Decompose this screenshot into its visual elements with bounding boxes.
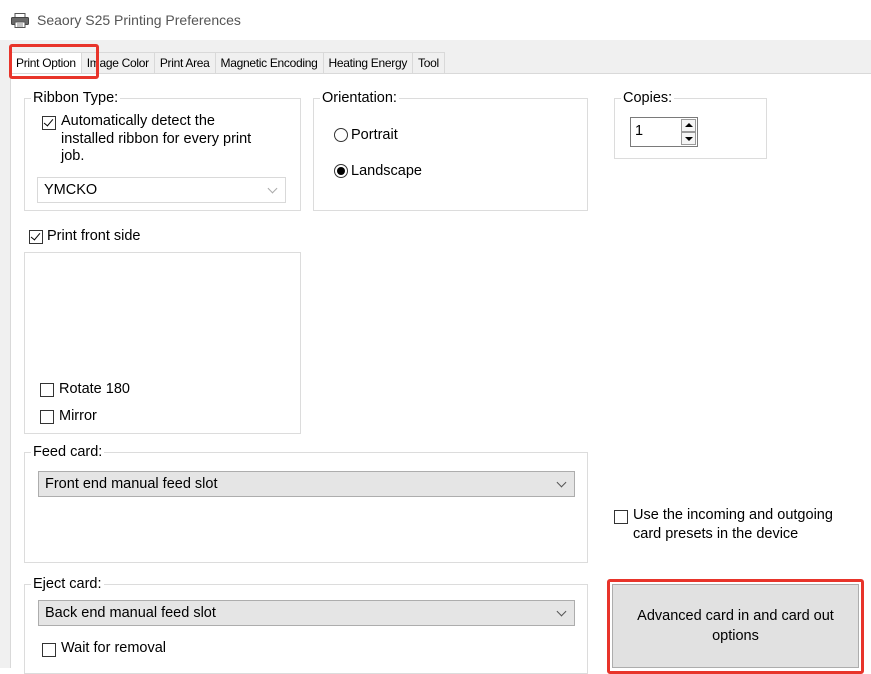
- chevron-down-icon: [556, 477, 567, 488]
- auto-detect-label-line1: Automatically detect the: [61, 113, 215, 129]
- copies-label: Copies:: [621, 90, 675, 106]
- copies-stepper[interactable]: 1: [630, 117, 698, 147]
- advanced-button-line2: options: [712, 628, 759, 644]
- tab-print-option[interactable]: Print Option: [10, 52, 82, 74]
- copies-value: 1: [635, 123, 644, 139]
- tab-magnetic-encoding[interactable]: Magnetic Encoding: [215, 52, 324, 74]
- wait-for-removal-label: Wait for removal: [61, 640, 167, 656]
- use-device-presets-label-line2: card presets in the device: [633, 526, 799, 542]
- copies-spin-buttons: [681, 119, 696, 145]
- tab-tool[interactable]: Tool: [413, 52, 445, 74]
- portrait-radio[interactable]: [334, 128, 348, 142]
- arrow-down-icon: [685, 137, 693, 141]
- rotate-180-checkbox[interactable]: [40, 383, 54, 397]
- eject-card-group: Eject card:: [24, 576, 588, 674]
- eject-card-label: Eject card:: [31, 576, 104, 592]
- advanced-card-options-label: Advanced card in and card out options: [637, 606, 834, 646]
- chevron-down-icon: [267, 183, 278, 194]
- print-front-side-checkbox[interactable]: [29, 230, 43, 244]
- radio-selected-dot: [337, 167, 345, 175]
- auto-detect-ribbon-checkbox[interactable]: [42, 116, 56, 130]
- auto-detect-label-line3: job.: [61, 148, 85, 164]
- ribbon-type-dropdown[interactable]: YMCKO: [37, 177, 286, 203]
- eject-card-value: Back end manual feed slot: [45, 605, 216, 621]
- front-side-options-box: [24, 252, 301, 434]
- check-mark-icon: [30, 230, 41, 241]
- mirror-label: Mirror: [59, 408, 97, 424]
- copies-increment-button[interactable]: [681, 119, 696, 132]
- advanced-button-line1: Advanced card in and card out: [637, 608, 834, 624]
- tab-print-area[interactable]: Print Area: [154, 52, 216, 74]
- wait-for-removal-checkbox[interactable]: [42, 643, 56, 657]
- eject-card-dropdown[interactable]: Back end manual feed slot: [38, 600, 575, 626]
- tab-image-color[interactable]: Image Color: [81, 52, 155, 74]
- rotate-180-label: Rotate 180: [59, 381, 130, 397]
- feed-card-group: Feed card:: [24, 444, 588, 563]
- chevron-down-icon: [556, 606, 567, 617]
- orientation-group: Orientation:: [313, 90, 588, 211]
- landscape-label: Landscape: [351, 163, 422, 179]
- ribbon-type-label: Ribbon Type:: [31, 90, 121, 106]
- feed-card-dropdown[interactable]: Front end manual feed slot: [38, 471, 575, 497]
- use-device-presets-label-line1: Use the incoming and outgoing: [633, 507, 833, 523]
- use-device-presets-checkbox[interactable]: [614, 510, 628, 524]
- auto-detect-label-line2: installed ribbon for every print: [61, 131, 252, 147]
- tab-strip: Print Option Image Color Print Area Magn…: [10, 52, 445, 74]
- printer-icon: [11, 13, 29, 28]
- arrow-up-icon: [685, 123, 693, 127]
- portrait-label: Portrait: [351, 127, 398, 143]
- advanced-card-options-button[interactable]: Advanced card in and card out options: [612, 584, 859, 668]
- copies-decrement-button[interactable]: [681, 132, 696, 145]
- ribbon-type-value: YMCKO: [44, 182, 98, 198]
- check-mark-icon: [43, 116, 54, 127]
- window-title: Seaory S25 Printing Preferences: [37, 12, 241, 28]
- feed-card-label: Feed card:: [31, 444, 105, 460]
- feed-card-value: Front end manual feed slot: [45, 476, 218, 492]
- landscape-radio[interactable]: [334, 164, 348, 178]
- tab-heating-energy[interactable]: Heating Energy: [323, 52, 414, 74]
- mirror-checkbox[interactable]: [40, 410, 54, 424]
- print-front-side-label: Print front side: [47, 228, 141, 244]
- orientation-label: Orientation:: [320, 90, 399, 106]
- title-bar: Seaory S25 Printing Preferences: [0, 0, 871, 40]
